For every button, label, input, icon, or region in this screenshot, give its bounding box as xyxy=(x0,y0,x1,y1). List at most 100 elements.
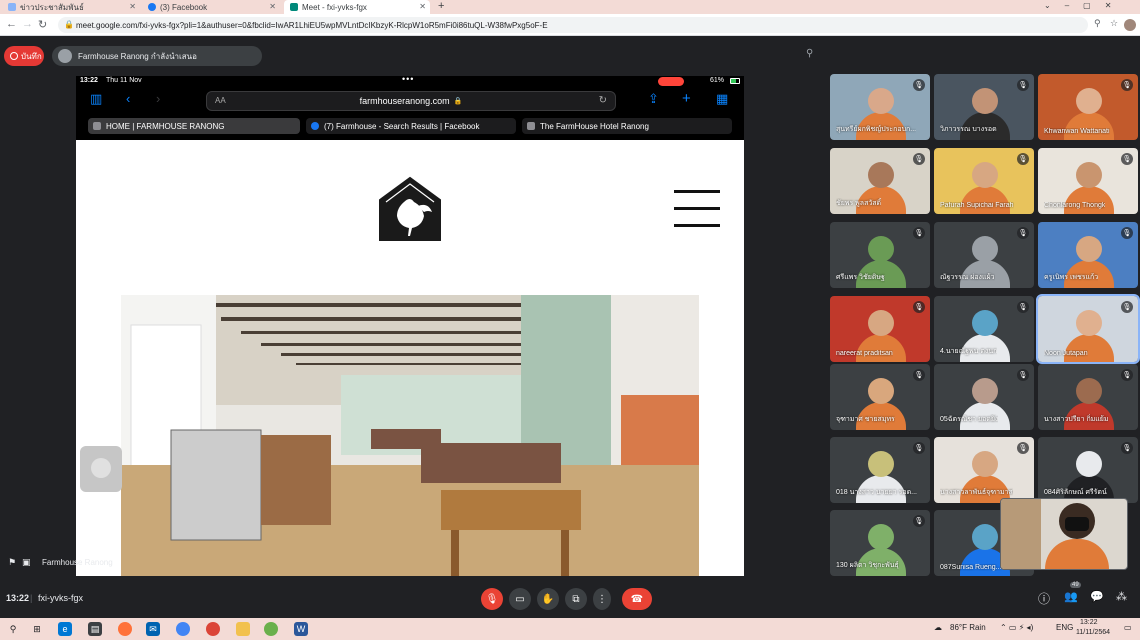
participant-tile[interactable]: 🎙 Khwanwan Wattanati xyxy=(1038,74,1138,140)
chrome-profile-icon[interactable] xyxy=(206,622,220,636)
hamburger-menu-icon[interactable] xyxy=(674,190,720,230)
camera-button[interactable]: ▭ xyxy=(509,588,531,610)
farmhouse-logo[interactable] xyxy=(378,176,442,242)
sidebar-icon[interactable]: ▥ xyxy=(90,91,102,107)
participant-tile[interactable]: 🎙 ณัฐวรรณ ผ่องแผ้ว xyxy=(934,222,1034,288)
info-icon[interactable]: ⓘ xyxy=(1038,590,1050,607)
participant-tile[interactable]: 🎙 สุนทรีย์ผกพิชญ์ประกอบก... xyxy=(830,74,930,140)
participant-tile[interactable]: 🎙 จุฑามาศ ชายสมุทร xyxy=(830,364,930,430)
close-icon[interactable]: ✕ xyxy=(269,2,276,11)
raise-hand-button[interactable]: ✋ xyxy=(537,588,559,610)
window-controls[interactable]: ⌄–▢✕ xyxy=(1044,1,1125,10)
url-field[interactable]: 🔒 meet.google.com/fxi-yvks-fgx?pli=1&aut… xyxy=(58,17,1088,33)
participant-tile[interactable]: 🎙 nareerat praditsan xyxy=(830,296,930,362)
mic-muted-icon: 🎙 xyxy=(913,301,925,313)
pin-icon[interactable]: ⚲ xyxy=(806,48,813,59)
new-tab-icon[interactable]: + xyxy=(682,90,691,107)
ipad-tab-home[interactable]: HOME | FARMHOUSE RANONG xyxy=(88,118,300,134)
new-tab-icon[interactable]: + xyxy=(438,0,444,12)
mail-icon[interactable]: ✉ xyxy=(146,622,160,636)
reload-icon[interactable]: ↻ xyxy=(599,95,607,106)
star-icon[interactable]: ☆ xyxy=(1110,18,1118,29)
participant-tile[interactable]: 🎙 ครูเนิพร เพชรแก้ว xyxy=(1038,222,1138,288)
participant-tile[interactable]: 🎙 ชัยพร พูลสวัสดิ์ xyxy=(830,148,930,214)
word-icon[interactable]: W xyxy=(294,622,308,636)
chrome-icon[interactable] xyxy=(176,622,190,636)
participant-tile[interactable]: 🎙 วิภาวรรณ บางรอด xyxy=(934,74,1034,140)
recording-button[interactable]: บันทึก xyxy=(4,46,44,66)
clock-date[interactable]: 11/11/2564 xyxy=(1076,629,1110,636)
task-view-icon[interactable]: ⊞ xyxy=(30,622,44,636)
participant-tile[interactable]: 🎙 018 นางสาว นายยา รอด... xyxy=(830,437,930,503)
ipad-url-text: farmhouseranong.com xyxy=(359,96,450,106)
participant-tile[interactable]: 🎙 นางสาวปรียา กิ่มแย้ม xyxy=(1038,364,1138,430)
page-icon xyxy=(93,122,101,130)
weather-text[interactable]: 86°F Rain xyxy=(950,623,986,632)
edge-icon[interactable]: e xyxy=(58,622,72,636)
ipad-tab-bar: HOME | FARMHOUSE RANONG (7) Farmhouse - … xyxy=(76,114,744,140)
clock-time[interactable]: 13:22 xyxy=(1080,619,1098,626)
back-icon[interactable]: ← xyxy=(6,18,17,30)
participant-name: Khwanwan Wattanati xyxy=(1044,128,1110,135)
tabs-overview-icon[interactable]: ▦ xyxy=(716,91,728,107)
close-icon[interactable]: ✕ xyxy=(419,2,426,11)
notifications-icon[interactable]: ▭ xyxy=(1124,623,1132,632)
participant-body xyxy=(1064,334,1114,362)
forward-icon[interactable]: → xyxy=(22,18,33,30)
page-icon xyxy=(527,122,535,130)
participant-tile[interactable]: 🎙 Chonlarong Thongk xyxy=(1038,148,1138,214)
store-icon[interactable]: ▤ xyxy=(88,622,102,636)
weather-icon[interactable]: ☁ xyxy=(934,623,942,632)
pin-icon[interactable]: ⚑ xyxy=(8,557,16,568)
browser-tab-news[interactable]: ข่าวประชาสัมพันธ์ ✕ xyxy=(2,0,140,14)
back-icon[interactable]: ‹ xyxy=(126,91,130,106)
ipad-tab-hotel[interactable]: The FarmHouse Hotel Ranong xyxy=(522,118,732,134)
close-icon[interactable]: ✕ xyxy=(129,2,136,11)
ipad-url-field[interactable]: AA farmhouseranong.com 🔒 ↻ xyxy=(206,91,616,111)
participant-name: 084ศิริลักษณ์ ศรีรัตน์ xyxy=(1044,489,1107,496)
participant-tile[interactable]: 🎙 05ฉัตรณิชา ยอดยิ่ง xyxy=(934,364,1034,430)
activities-icon[interactable]: ⁂ xyxy=(1116,590,1127,603)
text-size-button[interactable]: AA xyxy=(215,96,226,105)
file-explorer-icon[interactable] xyxy=(236,622,250,636)
presenter-indicator[interactable]: Farmhouse Ranong กำลังนำเสนอ xyxy=(52,46,262,66)
forward-icon[interactable]: › xyxy=(156,91,160,106)
record-icon xyxy=(10,52,18,60)
windows-taskbar: ⚲ ⊞ e ▤ ✉ W ☁ 86°F Rain ⌃ ▭ ⚡ ◂) ENG 13:… xyxy=(0,618,1140,640)
self-view-tile[interactable] xyxy=(1000,498,1128,570)
language-indicator[interactable]: ENG xyxy=(1056,623,1073,632)
chat-icon[interactable]: 💬 xyxy=(1090,590,1104,603)
floating-handle[interactable] xyxy=(80,446,122,492)
participant-tile[interactable]: 🎙 4.นายณัฐพน ตงนก xyxy=(934,296,1034,362)
chrome-active-icon[interactable] xyxy=(264,622,278,636)
facebook-icon xyxy=(148,3,156,11)
participant-tile[interactable]: 🎙 นางสาวลาพันธ์จุฑามาส xyxy=(934,437,1034,503)
reload-icon[interactable]: ↻ xyxy=(38,18,47,31)
lock-icon: 🔒 xyxy=(453,98,463,105)
share-icon[interactable]: ⇪ xyxy=(648,91,659,107)
hand-icon: ✋ xyxy=(541,593,555,605)
search-icon[interactable]: ⚲ xyxy=(6,622,20,636)
participant-tile[interactable]: 🎙 ศรีแพร วิชัยดิษฐ xyxy=(830,222,930,288)
record-label: บันทึก xyxy=(21,51,42,61)
tray-icons[interactable]: ⌃ ▭ ⚡ ◂) xyxy=(1000,623,1033,632)
participant-tile[interactable]: 🎙 Noon Jutapan xyxy=(1036,294,1140,364)
participant-tile[interactable]: 🎙 Pafurah Supichai Farah xyxy=(934,148,1034,214)
end-call-button[interactable]: ☎ xyxy=(622,588,652,610)
firefox-icon[interactable] xyxy=(118,622,132,636)
separator: | xyxy=(30,593,33,603)
participant-tile[interactable]: 🎙 130 ผลิตา วิชุกะพันธุ์ xyxy=(830,510,930,576)
zoom-icon[interactable]: ⚲ xyxy=(1094,18,1101,29)
profile-avatar[interactable] xyxy=(1124,19,1136,31)
ipad-tab-facebook[interactable]: (7) Farmhouse - Search Results | Faceboo… xyxy=(306,118,516,134)
ipad-status-bar: 13:22 Thu 11 Nov ••• 61% xyxy=(76,76,744,88)
browser-tab-facebook[interactable]: (3) Facebook ✕ xyxy=(142,0,280,14)
mic-off-button[interactable]: 🎙 xyxy=(481,588,503,610)
people-icon[interactable]: 👥 xyxy=(1064,590,1078,603)
presenter-text: Farmhouse Ranong กำลังนำเสนอ xyxy=(78,51,197,61)
more-options-button[interactable]: ⋮ xyxy=(593,588,611,610)
participant-avatar xyxy=(972,88,998,114)
participant-tile[interactable]: 🎙 084ศิริลักษณ์ ศรีรัตน์ xyxy=(1038,437,1138,503)
present-button[interactable]: ⧉ xyxy=(565,588,587,610)
browser-tab-meet[interactable]: Meet - fxi-yvks-fgx ✕ xyxy=(284,0,430,14)
